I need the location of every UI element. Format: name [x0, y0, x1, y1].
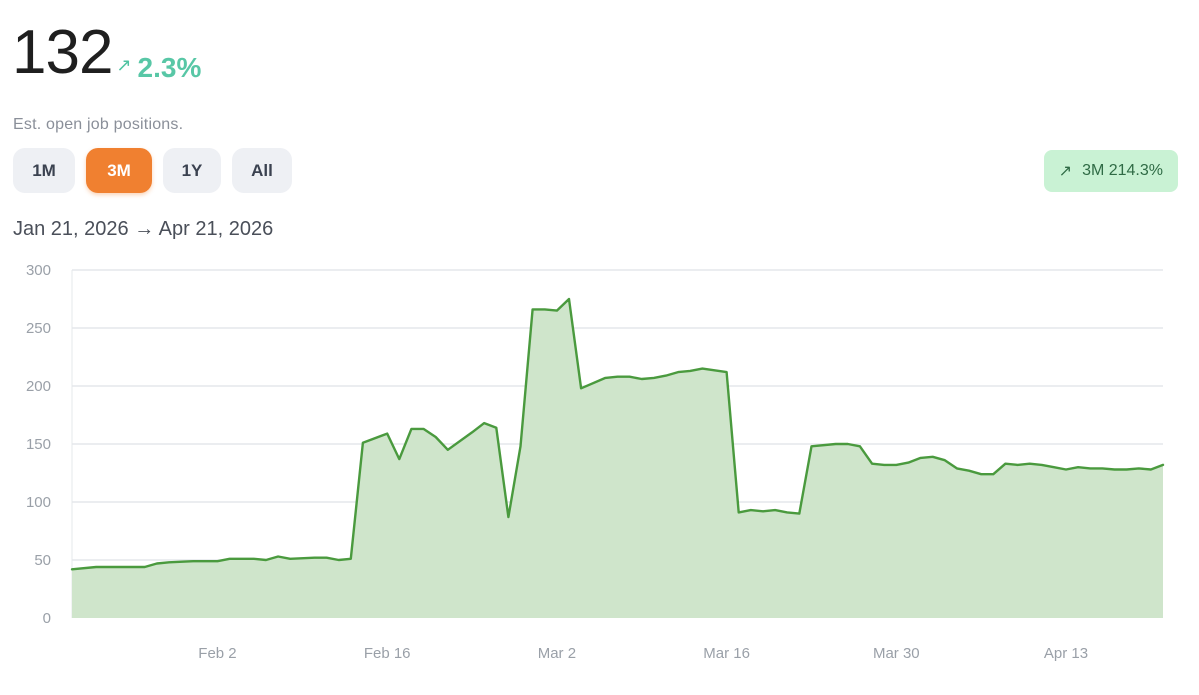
y-tick-label: 150: [26, 436, 51, 453]
range-selector: 1M 3M 1Y All: [13, 148, 292, 193]
metric-header: 132 ↗ 2.3%: [12, 18, 201, 88]
x-tick-label: Feb 2: [198, 645, 236, 662]
y-tick-label: 50: [34, 552, 51, 569]
x-axis-ticks: Feb 2 Mar 2 Feb 16 Mar 16 Mar 30 Apr 13: [198, 645, 1088, 662]
x-tick-label: Mar 30: [873, 645, 920, 662]
arrow-up-right-icon: ↗: [1058, 163, 1073, 180]
chart-container: 0 50 100 150 200 250 300 Feb 2 Mar 2 Feb 16 Mar 1…: [0, 255, 1199, 690]
series-area: [70, 297, 1165, 618]
area-chart: 0 50 100 150 200 250 300 Feb 2 Mar 2 Feb 16 Mar 1…: [26, 262, 1165, 662]
y-tick-label: 250: [26, 320, 51, 337]
range-button-1m[interactable]: 1M: [13, 148, 75, 193]
x-tick-label: Feb 16: [364, 645, 411, 662]
metric-subtitle: Est. open job positions.: [13, 116, 184, 133]
x-tick-label: Mar 2: [538, 645, 576, 662]
metric-value: 132: [12, 18, 113, 87]
period-change-label: 3M 214.3%: [1082, 162, 1163, 179]
date-range-label: Jan 21, 2026 → Apr 21, 2026: [13, 218, 274, 240]
range-button-1y[interactable]: 1Y: [163, 148, 221, 193]
range-button-3m[interactable]: 3M: [86, 148, 152, 193]
x-tick-label: Mar 16: [703, 645, 750, 662]
y-tick-label: 300: [26, 262, 51, 279]
arrow-up-right-icon: ↗: [116, 55, 132, 75]
x-tick-label: Apr 13: [1044, 645, 1088, 662]
y-tick-label: 0: [43, 610, 51, 627]
y-tick-label: 100: [26, 494, 51, 511]
y-tick-label: 200: [26, 378, 51, 395]
metric-change-percent: 2.3%: [137, 51, 202, 83]
y-axis-ticks: 0 50 100 150 200 250 300: [26, 262, 51, 627]
period-change-badge: ↗ 3M 214.3%: [1043, 150, 1178, 192]
metric-change: ↗ 2.3%: [116, 52, 201, 84]
series-fill: [72, 299, 1163, 618]
range-button-all[interactable]: All: [232, 148, 292, 193]
